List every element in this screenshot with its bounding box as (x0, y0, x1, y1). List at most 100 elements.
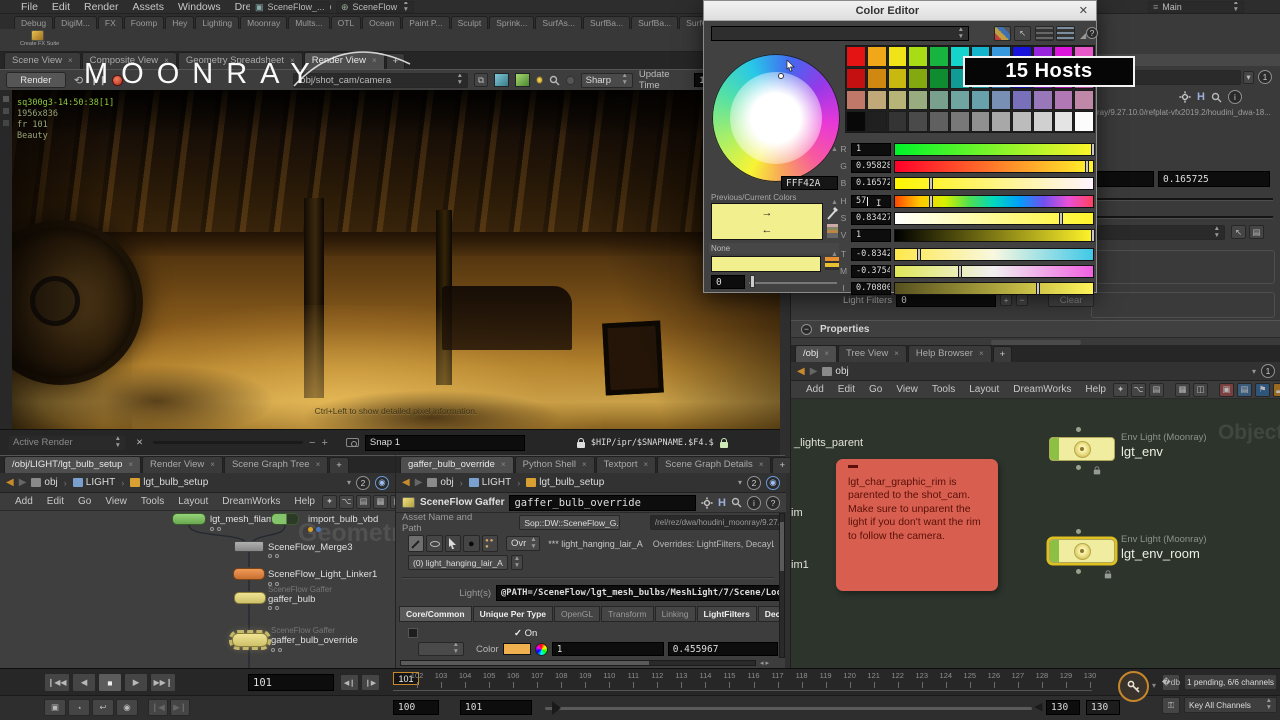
close-tab-icon[interactable]: × (824, 349, 829, 358)
eyedropper-icon[interactable] (826, 205, 840, 221)
swatch-r3-c10[interactable] (1054, 111, 1074, 132)
shelf-tab-surfas[interactable]: SurfAs... (535, 16, 582, 29)
channels-refresh-icon[interactable]: �db (1162, 674, 1180, 691)
sticky-collapse-icon[interactable] (848, 465, 858, 468)
step-back-button[interactable]: ◀❙ (340, 674, 359, 691)
rim1-label[interactable]: im1 (791, 559, 809, 571)
select-arrow-icon[interactable] (445, 535, 461, 552)
wrench-icon[interactable]: ✦ (322, 495, 337, 509)
shelf-tab-digim[interactable]: DigiM... (54, 16, 97, 29)
enable-checkbox[interactable] (408, 628, 418, 638)
snapshot-copy-icon[interactable]: ⧉ (474, 73, 488, 87)
tab-obj-light-lgt-bulb-setup[interactable]: /obj/LIGHT/lgt_bulb_setup× (4, 456, 141, 473)
history-badge[interactable]: 2 (356, 476, 370, 490)
stop-button[interactable]: ■ (98, 673, 122, 692)
zoom-in-icon[interactable]: + (321, 437, 327, 449)
slider-handle[interactable] (1091, 229, 1095, 242)
main-take-combo[interactable]: ≡Main▲▼ (1148, 1, 1244, 13)
network-left-canvas[interactable]: Geometry lgt_mesh_filament import_bulb_v… (0, 511, 395, 669)
prev-current-swatch[interactable]: → ← (711, 203, 823, 240)
node-gaffer-bulb-override[interactable] (232, 633, 268, 647)
color-wheel-icon[interactable] (535, 643, 548, 656)
menu-item-dreamworks[interactable]: DreamWorks (1006, 382, 1078, 397)
tab-geometry-spreadsheet[interactable]: Geometry Spreadsheet× (178, 52, 303, 69)
render-button[interactable]: Render (6, 72, 66, 88)
close-window-icon[interactable]: ✕ (1071, 4, 1096, 17)
playbar-thumb[interactable] (552, 701, 561, 715)
key-dropdown-icon[interactable]: ▾ (1152, 681, 1156, 690)
mute-circle-icon[interactable]: ● (463, 535, 479, 552)
color-value2-field[interactable]: 0.455967 (668, 642, 778, 656)
shelf-tab-sprink[interactable]: Sprink... (489, 16, 534, 29)
swatch-r2-c0[interactable] (846, 90, 866, 111)
node-name-label[interactable]: lgt_env_room (1121, 546, 1200, 561)
swatch-r2-c1[interactable] (867, 90, 887, 111)
swatch-r2-c2[interactable] (888, 90, 908, 111)
swatch-r1-c2[interactable] (888, 68, 908, 89)
swatch-r3-c1[interactable] (867, 111, 887, 132)
wrench-icon[interactable]: ✦ (1113, 383, 1128, 397)
node-label[interactable]: SceneFlow_Merge3 (268, 542, 353, 553)
shelf-tab-mults[interactable]: Mults... (288, 16, 329, 29)
rp-pick-icon[interactable]: ↖ (1231, 225, 1246, 239)
node-name-field[interactable]: gaffer_bulb_override (509, 495, 696, 511)
houdini-help-icon[interactable]: H (718, 497, 726, 509)
menu-item-go[interactable]: Go (862, 382, 889, 397)
slider-value-field[interactable]: 0.83427 (851, 212, 891, 225)
close-tab-icon[interactable]: × (759, 460, 764, 469)
shelf-tab-lighting[interactable]: Lighting (195, 16, 239, 29)
info-icon[interactable]: i (1228, 90, 1242, 104)
tab-render-view[interactable]: Render View× (304, 52, 385, 69)
menu-item-layout[interactable]: Layout (962, 382, 1006, 397)
menu-item-help[interactable]: Help (287, 494, 322, 509)
none-section-bar[interactable]: None (709, 243, 839, 254)
step-forward-button[interactable]: ❙▶ (361, 674, 380, 691)
breadcrumb-lgt-bulb-setup[interactable]: lgt_bulb_setup (130, 477, 208, 488)
node-label[interactable]: import_bulb_vbd (308, 514, 378, 525)
node-label[interactable]: SceneFlow_Light_Linker1 (268, 569, 377, 580)
swatch-r2-c8[interactable] (1012, 90, 1032, 111)
range-end-button[interactable]: ▶❙ (170, 699, 190, 716)
range-end-marker[interactable]: ◀ (1034, 700, 1042, 713)
back-icon[interactable]: ◀ (402, 477, 410, 488)
close-tab-icon[interactable]: × (894, 349, 899, 358)
swatch-r2-c7[interactable] (991, 90, 1011, 111)
close-tab-icon[interactable]: × (582, 460, 587, 469)
shelf-tab-paint-p[interactable]: Paint P... (402, 16, 449, 29)
stop-render-icon[interactable] (112, 75, 122, 86)
tree-icon[interactable]: ⌥ (1131, 383, 1146, 397)
ramp-options-icon[interactable] (825, 257, 839, 270)
param-tab-unique-per-type[interactable]: Unique Per Type (473, 606, 553, 622)
node-import-bulb-vbd[interactable] (271, 513, 299, 525)
menu-item-file[interactable]: File (14, 0, 45, 15)
swatch-r0-c3[interactable] (908, 46, 928, 67)
slider-bar[interactable] (894, 195, 1094, 208)
slider-bar[interactable] (894, 177, 1094, 190)
pause-icon[interactable]: ❙❙ (91, 73, 106, 87)
menu-item-layout[interactable]: Layout (171, 494, 215, 509)
breadcrumb-light[interactable]: LIGHT (73, 477, 115, 488)
swatch-r2-c3[interactable] (908, 90, 928, 111)
menu-item-tools[interactable]: Tools (134, 494, 171, 509)
menu-item-assets[interactable]: Assets (125, 0, 171, 15)
swatch-r1-c3[interactable] (908, 68, 928, 89)
tab-gaffer-bulb-override[interactable]: gaffer_bulb_override× (400, 456, 514, 473)
swatch-r2-c4[interactable] (929, 90, 949, 111)
slider-handle[interactable] (958, 265, 962, 278)
light-selector-combo[interactable]: (0) light_hanging_lair_A (408, 555, 508, 570)
horizontal-scrollbar[interactable] (400, 660, 756, 666)
color-icon[interactable]: ▣ (1219, 383, 1234, 397)
swatch-r3-c8[interactable] (1012, 111, 1032, 132)
close-tab-icon[interactable]: × (128, 460, 133, 469)
range-end-chip[interactable]: 130 (1046, 700, 1080, 715)
node-sceneflow-merge3[interactable] (234, 541, 264, 552)
global-end-field[interactable]: 130 (1086, 700, 1120, 715)
sync-icon[interactable]: ◉ (375, 476, 389, 490)
shelf-tab-otl[interactable]: OTL (331, 16, 362, 29)
playbar-track[interactable] (545, 707, 1032, 710)
swatch-r3-c7[interactable] (991, 111, 1011, 132)
close-tab-icon[interactable]: × (210, 460, 215, 469)
lights-parent-label[interactable]: _lights_parent (794, 437, 863, 449)
shelf-tab-surfba[interactable]: SurfBa... (631, 16, 678, 29)
override-mode-combo[interactable]: ▲▼ (418, 642, 464, 656)
